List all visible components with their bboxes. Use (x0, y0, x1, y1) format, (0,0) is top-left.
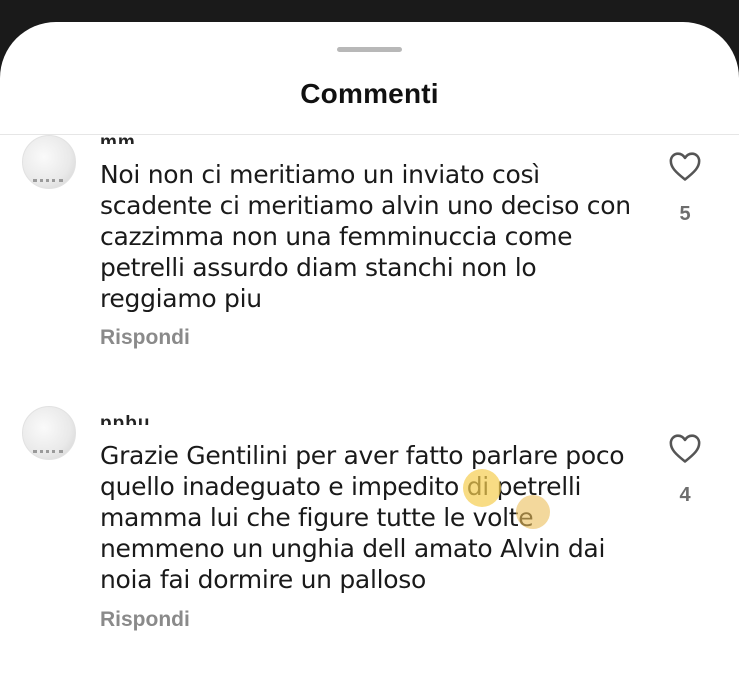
avatar[interactable] (22, 406, 76, 460)
comment-username[interactable]: ppbu (100, 413, 150, 425)
avatar[interactable] (22, 135, 76, 189)
like-count: 4 (679, 484, 691, 506)
reply-button[interactable]: Rispondi (100, 608, 190, 632)
comment-text: Noi non ci meritiamo un inviato così sca… (100, 160, 631, 313)
reply-button[interactable]: Rispondi (100, 326, 190, 350)
sheet-grabber[interactable] (337, 47, 402, 52)
heart-outline-icon[interactable] (668, 432, 702, 464)
comment-username[interactable]: mm (100, 132, 136, 144)
comment-text: Grazie Gentilini per aver fatto parlare … (100, 441, 625, 594)
like-count: 5 (679, 203, 691, 225)
comments-sheet: Commenti mm Noi non ci meritiamo un invi… (0, 22, 739, 674)
sheet-title: Commenti (300, 78, 439, 109)
watermark-emoji-icon (463, 469, 501, 507)
watermark-emoji-icon (516, 495, 550, 529)
heart-outline-icon[interactable] (668, 150, 702, 182)
